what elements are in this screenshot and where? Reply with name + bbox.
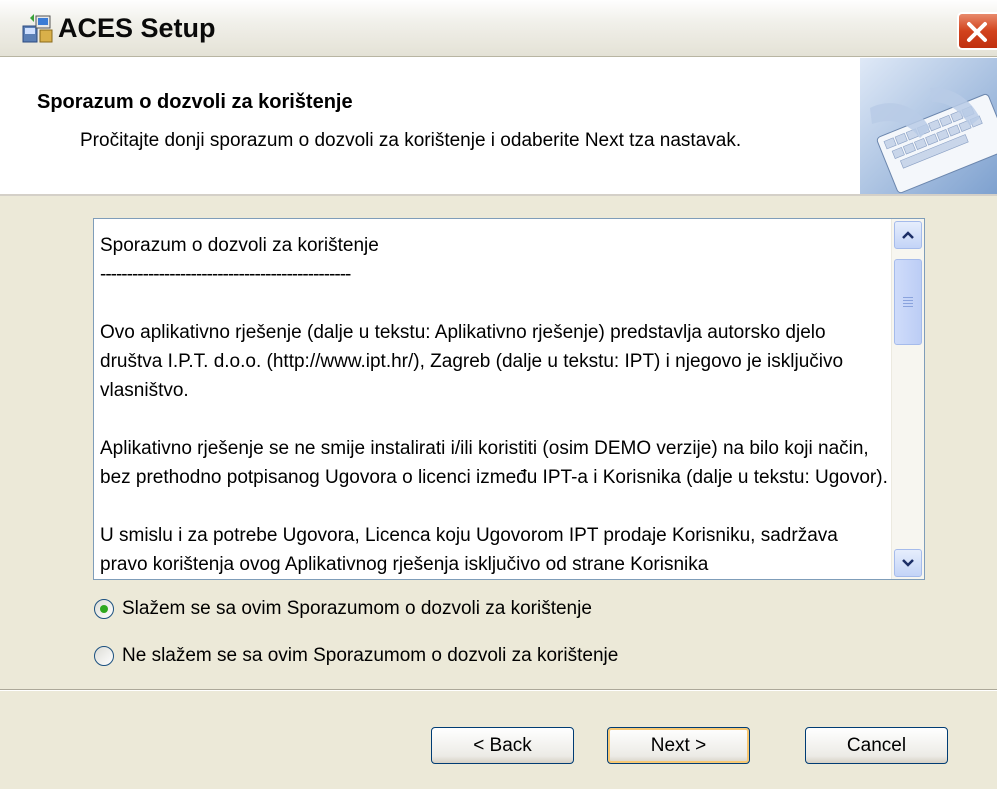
scroll-down-button[interactable] bbox=[894, 549, 922, 577]
decline-radio-option[interactable]: Ne slažem se sa ovim Sporazumom o dozvol… bbox=[94, 645, 618, 667]
decline-radio-label: Ne slažem se sa ovim Sporazumom o dozvol… bbox=[122, 645, 619, 666]
decline-radio-button[interactable] bbox=[94, 646, 114, 666]
license-paragraph: U smislu i za potrebe Ugovora, Licenca k… bbox=[100, 525, 838, 575]
page-title: Sporazum o dozvoli za korištenje bbox=[37, 91, 353, 113]
cancel-button[interactable]: Cancel bbox=[805, 727, 948, 764]
title-bar[interactable]: ACES Setup bbox=[0, 0, 997, 57]
page-description: Pročitajte donji sporazum o dozvoli za k… bbox=[80, 130, 742, 151]
scroll-up-button[interactable] bbox=[894, 221, 922, 249]
vertical-scrollbar[interactable] bbox=[891, 219, 924, 579]
license-text-area[interactable]: Sporazum o dozvoli za korištenje -------… bbox=[93, 218, 925, 580]
license-title: Sporazum o dozvoli za korištenje bbox=[100, 235, 379, 256]
setup-computer-icon bbox=[22, 14, 53, 43]
close-icon bbox=[967, 22, 987, 42]
button-divider bbox=[0, 689, 997, 691]
wizard-header: Sporazum o dozvoli za korištenje Pročita… bbox=[0, 57, 997, 196]
close-button[interactable] bbox=[957, 12, 997, 50]
next-button[interactable]: Next > bbox=[607, 727, 750, 764]
keyboard-hands-image bbox=[860, 58, 997, 194]
scrollbar-thumb[interactable] bbox=[894, 259, 922, 345]
scroll-down-arrow-icon bbox=[902, 559, 914, 567]
window-title: ACES Setup bbox=[58, 13, 216, 43]
license-text: Sporazum o dozvoli za korištenje -------… bbox=[100, 231, 890, 579]
scroll-up-arrow-icon bbox=[902, 231, 914, 239]
accept-radio-label: Slažem se sa ovim Sporazumom o dozvoli z… bbox=[122, 598, 592, 619]
license-paragraph: Aplikativno rješenje se ne smije instali… bbox=[100, 438, 888, 488]
accept-radio-button[interactable] bbox=[94, 599, 114, 619]
back-button[interactable]: < Back bbox=[431, 727, 574, 764]
license-separator: ----------------------------------------… bbox=[100, 264, 351, 285]
accept-radio-option[interactable]: Slažem se sa ovim Sporazumom o dozvoli z… bbox=[94, 598, 592, 620]
license-paragraph: Ovo aplikativno rješenje (dalje u tekstu… bbox=[100, 322, 844, 401]
